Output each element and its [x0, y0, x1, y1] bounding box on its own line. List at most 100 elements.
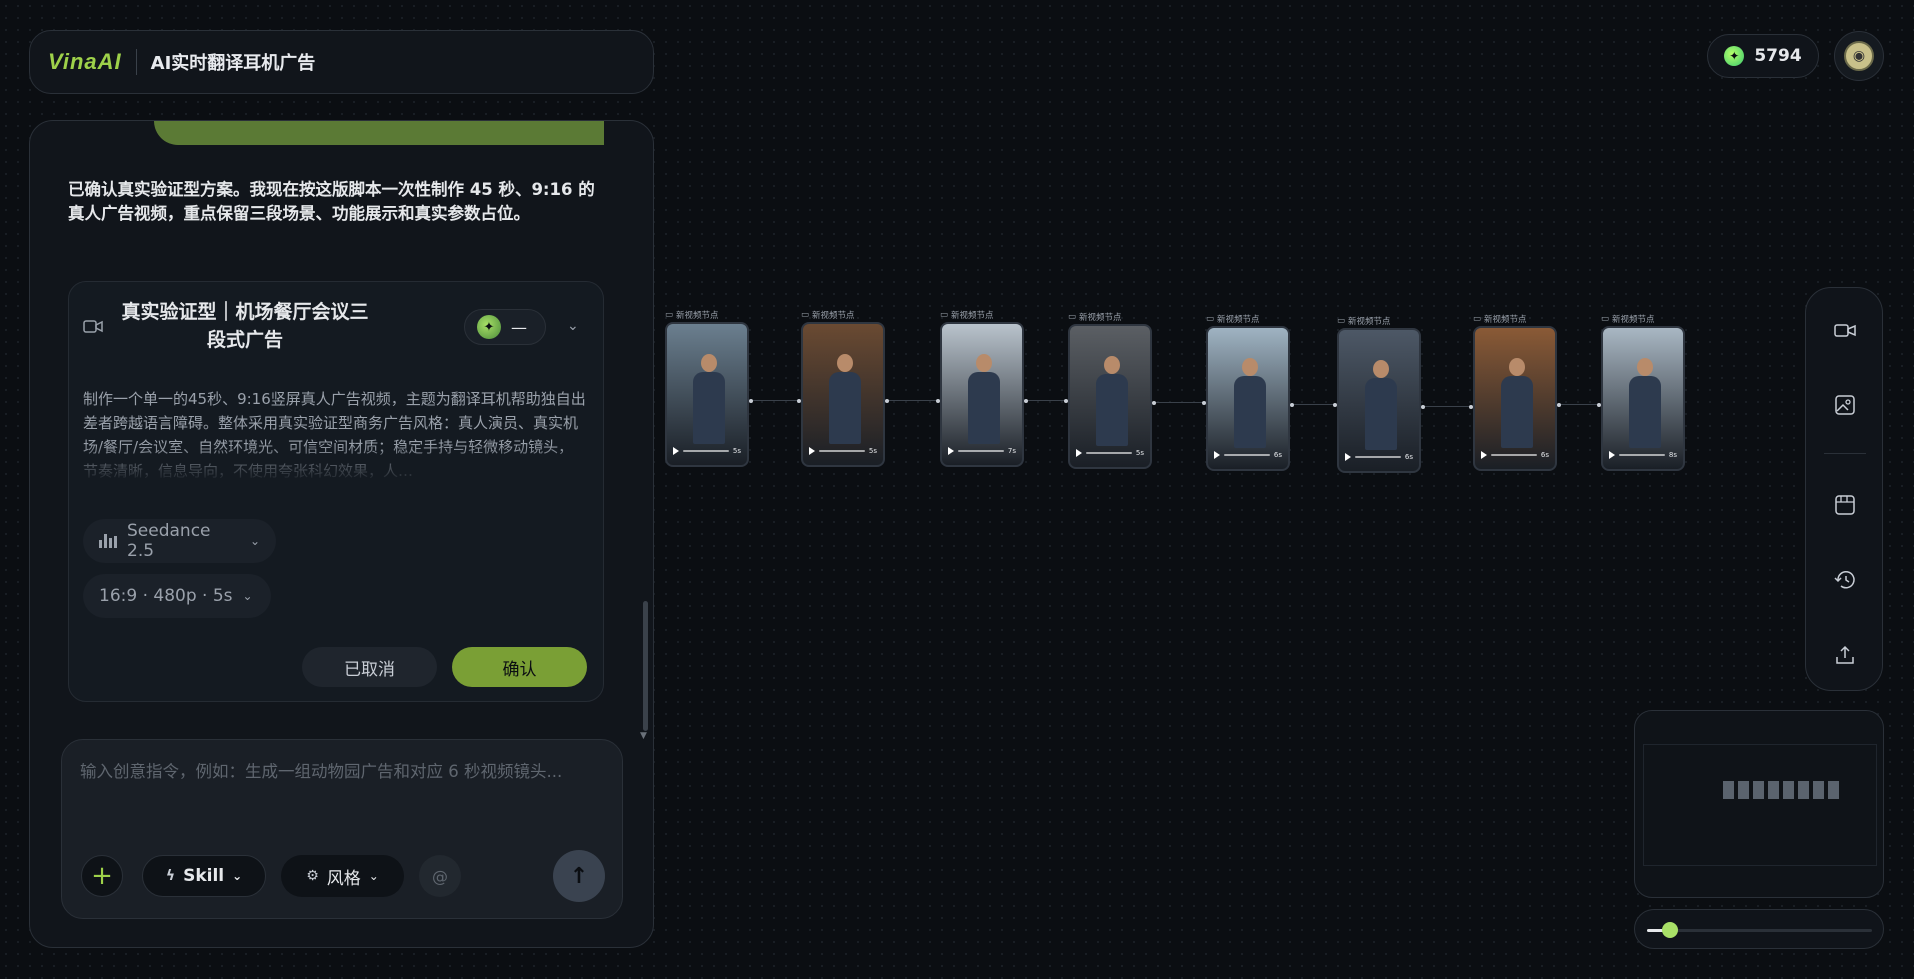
- cancelled-button[interactable]: 已取消: [302, 647, 437, 687]
- assistant-message: 已确认真实验证型方案。我现在按这版脚本一次性制作 45 秒、9:16 的真人广告…: [68, 180, 595, 223]
- node-connector: [1154, 402, 1204, 403]
- history-icon[interactable]: [1833, 568, 1857, 592]
- plan-description: 制作一个单一的45秒、9:16竖屏真人广告视频，主题为翻译耳机帮助独自出差者跨越…: [83, 387, 588, 483]
- progress-track[interactable]: [1619, 454, 1665, 456]
- video-playbar[interactable]: 5s: [673, 445, 741, 457]
- video-thumbnail[interactable]: 8s: [1601, 326, 1685, 471]
- video-camera-icon[interactable]: [1833, 318, 1857, 342]
- video-thumbnail[interactable]: 5s: [1068, 324, 1152, 469]
- person-head: [701, 354, 717, 372]
- video-duration: 5s: [1135, 449, 1144, 457]
- progress-track[interactable]: [1224, 454, 1270, 456]
- image-icon[interactable]: [1833, 393, 1857, 417]
- model-select[interactable]: Seedance 2.5 ⌄: [83, 519, 276, 563]
- project-title[interactable]: AI实时翻译耳机广告: [151, 49, 316, 75]
- video-playbar[interactable]: 7s: [948, 445, 1016, 457]
- play-icon[interactable]: [1481, 451, 1487, 459]
- video-duration: 6s: [1273, 451, 1282, 459]
- bar-chart-icon: [99, 534, 117, 548]
- progress-track[interactable]: [1355, 456, 1401, 458]
- video-thumbnail[interactable]: 6s: [1473, 326, 1557, 471]
- video-node-label: ▭ 新视频节点: [1337, 315, 1391, 327]
- skill-button[interactable]: ϟ Skill ⌄: [142, 855, 266, 897]
- chevron-down-icon: ⌄: [242, 589, 253, 603]
- credits-count: 5794: [1754, 46, 1802, 66]
- mention-button[interactable]: @: [419, 855, 461, 897]
- sparkle-icon: ✦: [1724, 46, 1745, 66]
- format-select[interactable]: 16:9 · 480p · 5s ⌄: [83, 574, 271, 618]
- zoom-slider[interactable]: [1634, 909, 1884, 949]
- storyboard-icon[interactable]: [1833, 493, 1857, 517]
- person-head: [837, 354, 853, 372]
- play-icon[interactable]: [1076, 449, 1082, 457]
- video-playbar[interactable]: 6s: [1345, 451, 1413, 463]
- progress-track[interactable]: [1086, 452, 1132, 454]
- person-figure: [1094, 356, 1130, 446]
- user-avatar-button[interactable]: ◉: [1834, 31, 1884, 81]
- video-node-label-text: 新视频节点: [812, 311, 855, 321]
- connector-port[interactable]: [1557, 402, 1561, 407]
- plan-card: 真实验证型｜机场餐厅会议三段式广告 ✦ — ⌄ 制作一个单一的45秒、9:16竖…: [68, 281, 604, 702]
- video-thumbnail[interactable]: 6s: [1337, 328, 1421, 473]
- send-button[interactable]: ↑: [553, 850, 605, 902]
- app-logo[interactable]: VinaAI: [48, 49, 122, 75]
- prompt-input[interactable]: [80, 758, 600, 818]
- video-playbar[interactable]: 6s: [1481, 449, 1549, 461]
- export-icon[interactable]: [1833, 643, 1857, 667]
- video-playbar[interactable]: 5s: [809, 445, 877, 457]
- minimap-node: [1828, 781, 1839, 799]
- minimap-node: [1813, 781, 1824, 799]
- add-attachment-button[interactable]: +: [81, 855, 123, 897]
- video-node-label-text: 新视频节点: [1348, 317, 1391, 327]
- video-playbar[interactable]: 6s: [1214, 449, 1282, 461]
- play-icon[interactable]: [673, 447, 679, 455]
- video-duration: 5s: [868, 447, 877, 455]
- alien-avatar-icon: ◉: [1844, 41, 1874, 71]
- video-camera-icon: ▭: [1206, 314, 1215, 324]
- video-duration: 8s: [1668, 451, 1677, 459]
- model-badge[interactable]: ✦ —: [464, 309, 546, 345]
- node-connector: [1559, 404, 1599, 405]
- chat-scrollbar[interactable]: [643, 601, 648, 731]
- zoom-handle[interactable]: [1661, 922, 1678, 938]
- person-head: [1104, 356, 1120, 374]
- video-thumbnail[interactable]: 5s: [665, 322, 749, 467]
- zoom-track: [1647, 929, 1872, 932]
- node-connector: [751, 400, 799, 401]
- video-playbar[interactable]: 5s: [1076, 447, 1144, 459]
- play-icon[interactable]: [1214, 451, 1220, 459]
- video-camera-icon: ▭: [1473, 314, 1482, 324]
- scroll-down-arrow-icon[interactable]: ▼: [640, 731, 647, 741]
- minimap-node: [1723, 781, 1734, 799]
- node-canvas[interactable]: ▭ 新视频节点 5s ▭ 新视频节点 5s ▭ 新视频节点 7s ▭ 新视频节点 5s ▭ 新视频节点 6s…: [660, 290, 1700, 490]
- connector-port[interactable]: [1024, 398, 1028, 403]
- progress-track[interactable]: [819, 450, 865, 452]
- connector-port[interactable]: [749, 398, 753, 403]
- play-icon[interactable]: [948, 447, 954, 455]
- play-icon[interactable]: [1609, 451, 1615, 459]
- video-thumbnail[interactable]: 6s: [1206, 326, 1290, 471]
- video-thumbnail[interactable]: 5s: [801, 322, 885, 467]
- confirm-button[interactable]: 确认: [452, 647, 587, 687]
- video-camera-icon: [83, 320, 103, 333]
- video-playbar[interactable]: 8s: [1609, 449, 1677, 461]
- lightning-icon: ϟ: [165, 868, 176, 884]
- play-icon[interactable]: [809, 447, 815, 455]
- video-thumbnail[interactable]: 7s: [940, 322, 1024, 467]
- progress-track[interactable]: [958, 450, 1004, 452]
- credits-badge[interactable]: ✦ 5794: [1707, 34, 1819, 78]
- style-button[interactable]: ⚙ 风格 ⌄: [281, 855, 404, 897]
- person-figure: [1627, 358, 1663, 448]
- person-body: [1365, 378, 1397, 450]
- connector-port[interactable]: [885, 398, 889, 403]
- at-icon: @: [432, 866, 448, 886]
- minimap[interactable]: [1634, 710, 1884, 898]
- progress-track[interactable]: [683, 450, 729, 452]
- connector-port[interactable]: [1421, 404, 1425, 409]
- progress-track[interactable]: [1491, 454, 1537, 456]
- play-icon[interactable]: [1345, 453, 1351, 461]
- connector-port[interactable]: [1152, 400, 1156, 405]
- connector-port[interactable]: [1290, 402, 1294, 407]
- video-node-label: ▭ 新视频节点: [940, 309, 994, 321]
- chevron-down-icon[interactable]: ⌄: [567, 318, 579, 334]
